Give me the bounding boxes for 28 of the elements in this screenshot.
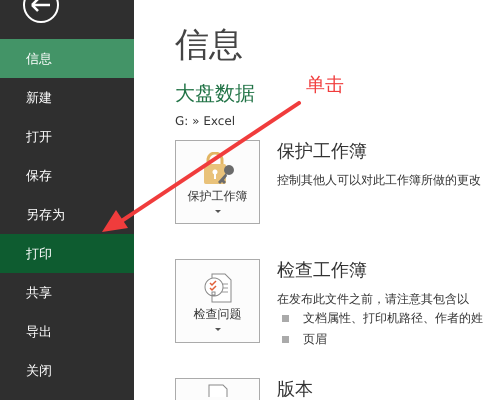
- caret-icon: [214, 328, 220, 330]
- menu-item[interactable]: 打印: [0, 234, 134, 273]
- bullet-icon: [282, 315, 289, 322]
- menu-item[interactable]: 另存为: [0, 195, 134, 234]
- annotation-label: 单击: [306, 74, 344, 96]
- menu-item[interactable]: 保存: [0, 156, 134, 195]
- menu-item[interactable]: 共享: [0, 273, 134, 312]
- bullet-text: 文档属性、打印机路径、作者的姓: [303, 310, 483, 327]
- check-issues-button[interactable]: 检查问题: [175, 259, 260, 343]
- section-description: 控制其他人可以对此工作簿所做的更改: [277, 172, 482, 189]
- protect-workbook-button[interactable]: 保护工作簿: [175, 140, 260, 224]
- section-heading: 版本: [277, 379, 314, 400]
- menu-item[interactable]: 新建: [0, 78, 134, 117]
- menu-item[interactable]: 信息: [0, 39, 134, 78]
- checklist-document-icon: [202, 272, 234, 304]
- section-description: 在发布此文件之前，请注意其包含以: [277, 291, 470, 308]
- bullet-icon: [282, 336, 289, 343]
- menu-item[interactable]: 关闭: [0, 351, 134, 390]
- file-path: G: » Excel: [175, 113, 236, 129]
- menu-item[interactable]: 导出: [0, 312, 134, 351]
- caret-icon: [214, 210, 220, 212]
- document-name: 大盘数据: [175, 80, 255, 106]
- section-heading: 保护工作簿: [277, 141, 368, 163]
- section-heading: 检查工作簿: [277, 260, 368, 282]
- back-icon[interactable]: [22, 0, 60, 25]
- page-title: 信息: [175, 24, 244, 66]
- bullet-text: 页眉: [303, 331, 327, 348]
- menu-item[interactable]: 打开: [0, 117, 134, 156]
